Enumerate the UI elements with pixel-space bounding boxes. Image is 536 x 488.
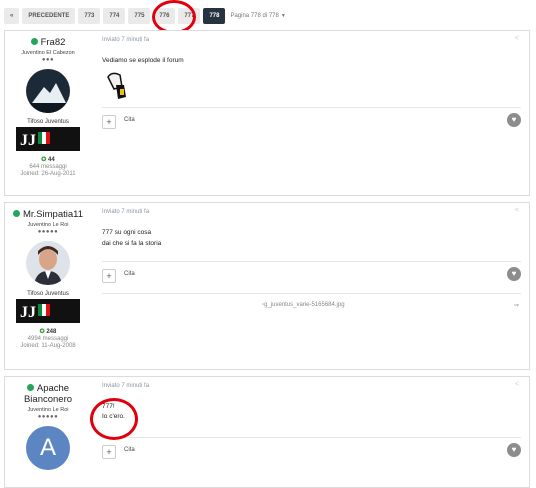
annotation-circle-post — [90, 398, 138, 440]
reputation-value: 248 — [46, 329, 57, 335]
share-icon[interactable]: < — [515, 207, 519, 214]
member-title: Juventino El Cabezon — [21, 50, 75, 56]
reputation-value: 44 — [48, 157, 55, 163]
post-content: 777 su ogni cosa dai che si fa la storia — [102, 227, 161, 249]
online-indicator — [26, 384, 34, 391]
svg-text:JJ: JJ — [20, 132, 36, 149]
post-content: Vediamo se esplode il forum — [102, 55, 184, 66]
username-text-line2: Bianconero — [23, 394, 73, 405]
online-indicator — [30, 38, 38, 45]
emoji-image — [107, 72, 126, 99]
post-actions: + Cita ♥ — [102, 267, 521, 285]
username-text: Fra82 — [40, 37, 66, 48]
signature-menu-icon[interactable]: ▪▾ — [514, 302, 519, 309]
post-3: Apache Bianconero Juventino Le Roi ●●●●● … — [4, 376, 530, 488]
author-panel: Mr.Simpatia11 Juventino Le Roi ●●●●● Tif… — [5, 203, 91, 349]
multiquote-plus-icon[interactable]: + — [102, 115, 116, 129]
avatar[interactable] — [26, 69, 70, 113]
post-date[interactable]: Inviato 7 minuti fa — [102, 383, 149, 389]
post-actions: + Cita ♥ — [102, 443, 521, 461]
page-info-label: Pagina 778 di 778 — [230, 13, 279, 19]
caret-down-icon: ▼ — [280, 13, 286, 19]
message-count[interactable]: 4994 messaggi — [5, 336, 91, 342]
react-heart-icon[interactable]: ♥ — [507, 267, 521, 281]
svg-text:JJ: JJ — [20, 304, 36, 321]
username[interactable]: Mr.Simpatia11 — [5, 209, 91, 220]
post-body: Inviato 7 minuti fa < 777 su ogni cosa d… — [102, 203, 521, 369]
quote-button[interactable]: Cita — [124, 447, 135, 453]
multiquote-plus-icon[interactable]: + — [102, 269, 116, 283]
page-774[interactable]: 774 — [103, 8, 126, 24]
post-date[interactable]: Inviato 7 minuti fa — [102, 37, 149, 43]
reputation-icon: ✪ — [39, 329, 45, 335]
signature-image: ▫g_juventus_varie-5165684.jpg — [262, 302, 345, 308]
username[interactable]: Apache Bianconero — [5, 383, 91, 405]
post-date[interactable]: Inviato 7 minuti fa — [102, 209, 149, 215]
rank-label: Tifoso Juventus — [27, 291, 69, 297]
annotation-circle-page — [152, 0, 196, 34]
author-panel: Fra82 Juventino El Cabezon ●●● Tifoso Ju… — [5, 31, 91, 177]
rank-pips: ●●●●● — [37, 414, 59, 420]
first-page-button[interactable]: « — [4, 8, 20, 24]
pagination: « PRECEDENTE 773 774 775 776 777 778 Pag… — [4, 8, 286, 24]
quote-button[interactable]: Cita — [124, 117, 135, 123]
post-1: Fra82 Juventino El Cabezon ●●● Tifoso Ju… — [4, 30, 530, 196]
member-title: Juventino Le Roi — [27, 407, 69, 413]
reputation: ✪ 44 — [5, 156, 91, 163]
post-2: Mr.Simpatia11 Juventino Le Roi ●●●●● Tif… — [4, 202, 530, 370]
member-title: Juventino Le Roi — [27, 222, 69, 228]
page-775[interactable]: 775 — [128, 8, 151, 24]
post-text-line: 777 su ogni cosa — [102, 229, 152, 236]
post-body: Inviato 7 minuti fa < Vediamo se esplode… — [102, 31, 521, 195]
avatar[interactable] — [26, 241, 70, 285]
post-body: Inviato 7 minuti fa < 777! Io c'ero. + C… — [102, 377, 521, 487]
quote-button[interactable]: Cita — [124, 271, 135, 277]
online-indicator — [12, 210, 20, 217]
page-info[interactable]: Pagina 778 di 778 ▼ — [230, 13, 285, 19]
react-heart-icon[interactable]: ♥ — [507, 113, 521, 127]
prev-page-button[interactable]: PRECEDENTE — [22, 8, 76, 24]
username-text: Apache — [36, 383, 70, 394]
joined-date: Joined: 11-Aug-2008 — [20, 343, 76, 349]
tifoso-badge: JJ — [16, 299, 80, 323]
username-text: Mr.Simpatia11 — [22, 209, 83, 220]
avatar[interactable]: A — [26, 426, 70, 470]
current-page[interactable]: 778 — [203, 8, 226, 24]
signature-divider — [102, 293, 521, 294]
joined-date: Joined: 26-Aug-2011 — [20, 171, 76, 177]
divider — [102, 437, 521, 438]
reputation-icon: ✪ — [41, 157, 47, 163]
rank-pips: ●●●●● — [37, 229, 59, 235]
reputation: ✪ 248 — [5, 328, 91, 335]
username[interactable]: Fra82 — [5, 37, 91, 48]
share-icon[interactable]: < — [515, 35, 519, 42]
divider — [102, 107, 521, 108]
post-actions: + Cita ♥ — [102, 113, 521, 131]
multiquote-plus-icon[interactable]: + — [102, 445, 116, 459]
avatar-image — [26, 69, 70, 113]
react-heart-icon[interactable]: ♥ — [507, 443, 521, 457]
author-panel: Apache Bianconero Juventino Le Roi ●●●●● … — [5, 377, 91, 470]
share-icon[interactable]: < — [515, 381, 519, 388]
avatar-image — [26, 241, 70, 285]
divider — [102, 261, 521, 262]
rank-pips: ●●● — [41, 57, 55, 63]
page-773[interactable]: 773 — [78, 8, 101, 24]
signature-image-alt: g_juventus_varie-5165684.jpg — [264, 302, 345, 308]
post-text-line: dai che si fa la storia — [102, 240, 162, 247]
tifoso-badge: JJ — [16, 127, 80, 151]
post-text-line: Vediamo se esplode il forum — [102, 57, 184, 64]
rank-label: Tifoso Juventus — [27, 119, 69, 125]
avatar-letter: A — [39, 434, 56, 461]
message-count[interactable]: 644 messaggi — [5, 164, 91, 170]
